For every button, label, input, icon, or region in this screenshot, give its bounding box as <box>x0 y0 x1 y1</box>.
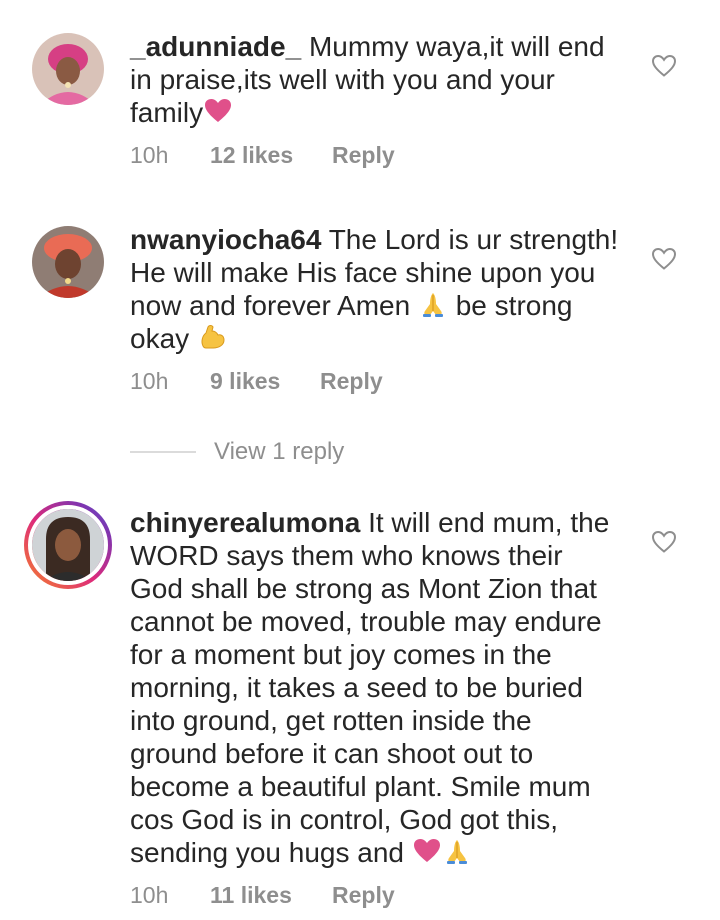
comment-body: It will end mum, the WORD says them who … <box>130 507 610 868</box>
comment-username[interactable]: _adunniade_ <box>130 31 301 62</box>
folded-hands-emoji <box>442 836 472 866</box>
comment-username[interactable]: chinyerealumona <box>130 507 360 538</box>
avatar-photo <box>32 509 104 581</box>
replies-divider <box>130 451 196 453</box>
comment-meta: 10h 12 likes Reply <box>130 142 395 169</box>
avatar-with-story-ring[interactable] <box>24 501 112 589</box>
comment-time: 10h <box>130 882 169 908</box>
view-replies-button[interactable]: View 1 reply <box>130 432 344 472</box>
heart-emoji <box>412 836 442 866</box>
avatar[interactable] <box>32 33 104 105</box>
avatar[interactable] <box>32 226 104 298</box>
comment-username[interactable]: nwanyiocha64 <box>130 224 321 255</box>
comment-meta: 10h 11 likes Reply <box>130 882 395 909</box>
heart-outline-icon <box>651 54 677 77</box>
flexed-biceps-emoji <box>197 322 227 352</box>
comment-text: chinyerealumona It will end mum, the WOR… <box>130 506 620 869</box>
reply-button[interactable]: Reply <box>320 368 383 395</box>
comment-time: 10h <box>130 142 169 168</box>
comment-likes[interactable]: 9 likes <box>210 368 320 395</box>
heart-emoji <box>203 96 233 126</box>
reply-button[interactable]: Reply <box>332 142 395 169</box>
comment-time: 10h <box>130 368 169 394</box>
avatar-photo <box>32 226 104 298</box>
comment-meta: 10h 9 likes Reply <box>130 368 383 395</box>
heart-outline-icon <box>651 530 677 553</box>
like-button[interactable] <box>648 526 680 558</box>
view-replies-label: View 1 reply <box>214 438 345 465</box>
like-button[interactable] <box>648 50 680 82</box>
comment-text: _adunniade_ Mummy waya,it will end in pr… <box>130 30 620 129</box>
comment-text: nwanyiocha64 The Lord is ur strength! He… <box>130 223 620 355</box>
like-button[interactable] <box>648 243 680 275</box>
folded-hands-emoji <box>418 289 448 319</box>
avatar-photo <box>32 33 104 105</box>
reply-button[interactable]: Reply <box>332 882 395 909</box>
comment-likes[interactable]: 12 likes <box>210 142 332 169</box>
comment-likes[interactable]: 11 likes <box>210 882 332 909</box>
heart-outline-icon <box>651 247 677 270</box>
